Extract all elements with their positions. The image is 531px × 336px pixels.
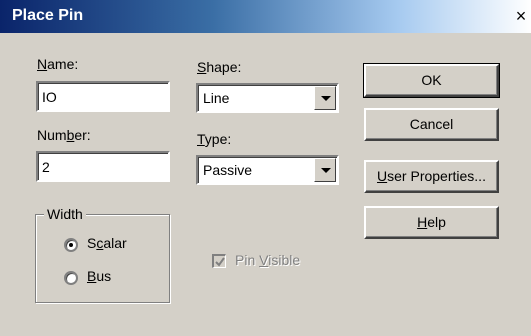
number-field[interactable] xyxy=(36,151,170,182)
bus-label[interactable]: Bus xyxy=(87,268,111,284)
bus-radio[interactable] xyxy=(64,271,78,285)
width-group-title: Width xyxy=(44,206,86,222)
title-bar[interactable]: Place Pin × xyxy=(0,0,531,33)
ok-button[interactable]: OK xyxy=(363,63,500,98)
name-input[interactable] xyxy=(38,83,168,110)
shape-value: Line xyxy=(203,90,230,106)
help-button[interactable]: Help xyxy=(364,206,499,239)
number-input[interactable] xyxy=(38,153,168,180)
width-groupbox xyxy=(35,214,170,303)
place-pin-dialog: Place Pin × Name: Number: Shape: Line Ty… xyxy=(0,0,531,336)
pin-visible-checkbox[interactable] xyxy=(212,254,226,268)
scalar-radio[interactable] xyxy=(64,238,78,252)
name-field[interactable] xyxy=(36,81,170,112)
type-dropdown[interactable]: Passive xyxy=(196,155,339,185)
shape-label: Shape: xyxy=(197,59,242,75)
chevron-down-icon[interactable] xyxy=(314,86,336,110)
checkmark-icon xyxy=(215,257,225,267)
chevron-down-icon[interactable] xyxy=(314,158,336,182)
pin-visible-label[interactable]: Pin Visible xyxy=(235,252,300,268)
shape-dropdown[interactable]: Line xyxy=(196,83,339,113)
number-label: Number: xyxy=(37,127,91,143)
cancel-button[interactable]: Cancel xyxy=(364,108,499,141)
dialog-title: Place Pin xyxy=(12,7,84,24)
scalar-label[interactable]: Scalar xyxy=(87,235,127,251)
close-icon[interactable]: × xyxy=(511,5,531,27)
user-properties-button[interactable]: User Properties... xyxy=(364,160,499,193)
name-label: Name: xyxy=(37,56,79,72)
type-label: Type: xyxy=(197,131,232,147)
type-value: Passive xyxy=(203,162,253,178)
